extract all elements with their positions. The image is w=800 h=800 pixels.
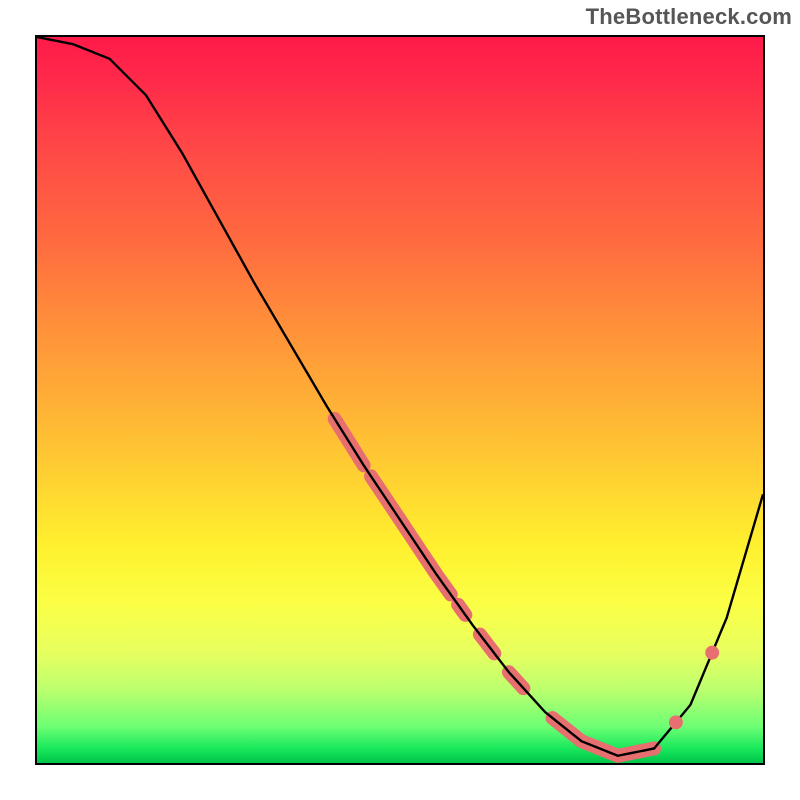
curve-line	[37, 37, 763, 756]
chart-svg	[37, 37, 763, 763]
plot-area	[35, 35, 765, 765]
highlight-points	[669, 646, 719, 730]
highlight-layer	[335, 419, 654, 756]
watermark-text: TheBottleneck.com	[586, 4, 792, 30]
chart-frame: TheBottleneck.com	[0, 0, 800, 800]
highlight-point	[669, 715, 683, 729]
highlight-point	[705, 646, 719, 660]
